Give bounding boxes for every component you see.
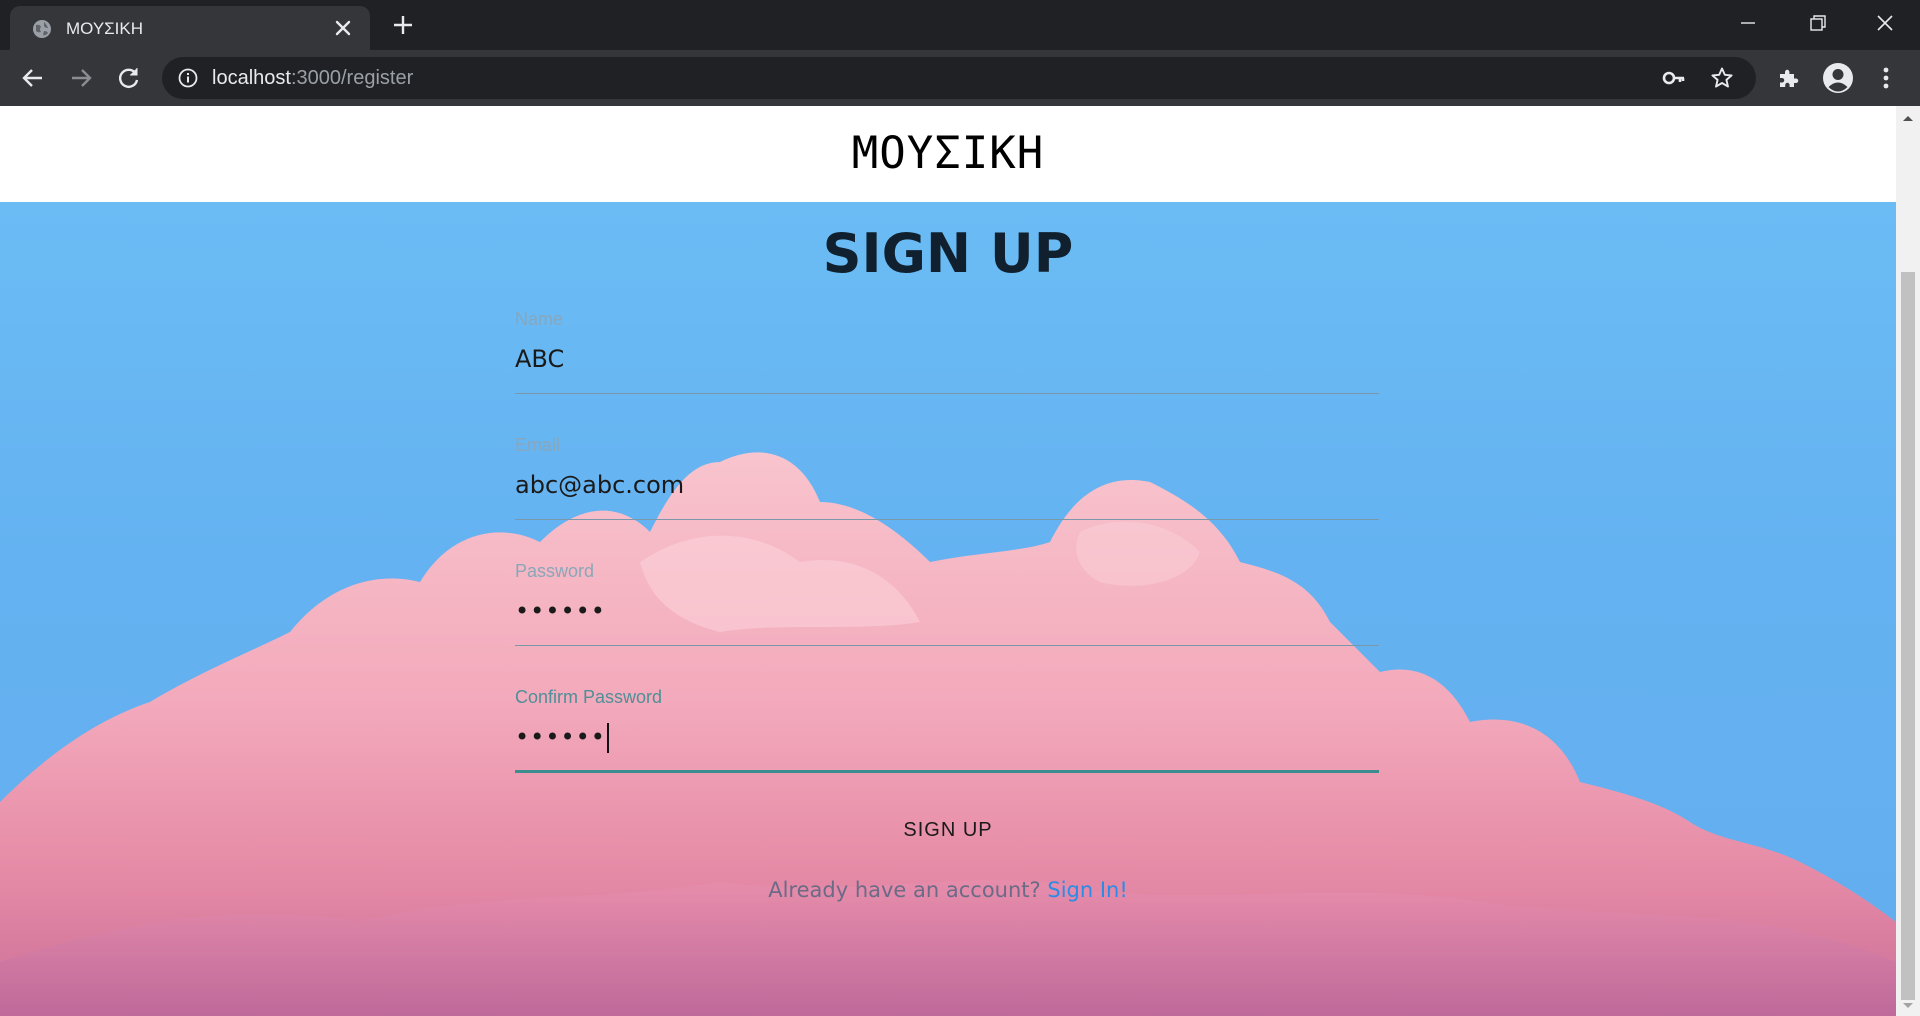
name-field: Name ABC	[515, 309, 1379, 397]
signin-prompt-text: Already have an account?	[768, 878, 1041, 902]
browser-tab-strip: ΜΟΥΣΙΚΗ	[0, 0, 1920, 50]
register-page: ΜΟΥΣΙΚΗ SIGN UP Name ABC Email abc@abc.c…	[0, 106, 1896, 1016]
close-tab-icon[interactable]	[334, 19, 352, 37]
confirm-password-value: ••••••	[515, 723, 606, 751]
sign-in-link[interactable]: Sign In!	[1047, 878, 1127, 902]
scrollbar-thumb[interactable]	[1901, 272, 1915, 1000]
url-host: localhost	[212, 67, 291, 89]
key-icon[interactable]	[1662, 67, 1686, 89]
page-viewport: ΜΟΥΣΙΚΗ SIGN UP Name ABC Email abc@abc.c…	[0, 106, 1920, 1016]
minimize-icon[interactable]	[1734, 10, 1762, 36]
signin-prompt-row: Already have an account? Sign In!	[0, 878, 1896, 902]
password-field: Password ••••••	[515, 561, 1379, 649]
new-tab-icon[interactable]	[392, 14, 414, 36]
reload-icon[interactable]	[116, 65, 142, 91]
extensions-puzzle-icon[interactable]	[1777, 66, 1801, 90]
sign-up-button[interactable]: SIGN UP	[870, 810, 1026, 850]
confirm-password-underline	[515, 770, 1379, 773]
password-underline	[515, 645, 1379, 646]
site-brand[interactable]: ΜΟΥΣΙΚΗ	[0, 128, 1896, 179]
address-bar[interactable]: localhost:3000/register	[162, 57, 1756, 99]
name-input[interactable]: ABC	[515, 345, 1379, 373]
page-title: SIGN UP	[822, 222, 1074, 285]
globe-icon	[33, 20, 51, 38]
browser-tab[interactable]: ΜΟΥΣΙΚΗ	[10, 6, 370, 50]
forward-arrow-icon[interactable]	[68, 65, 94, 91]
profile-avatar-icon[interactable]	[1822, 62, 1854, 94]
password-label: Password	[515, 561, 595, 581]
text-caret	[606, 723, 609, 753]
scroll-down-arrow-icon[interactable]	[1902, 1002, 1914, 1010]
more-menu-icon[interactable]	[1876, 64, 1896, 92]
restore-icon[interactable]	[1803, 10, 1831, 36]
bookmark-star-icon[interactable]	[1710, 66, 1734, 90]
email-field: Email abc@abc.com	[515, 435, 1379, 523]
email-label: Email	[515, 435, 561, 455]
site-header: ΜΟΥΣΙΚΗ	[0, 106, 1896, 202]
name-underline	[515, 393, 1379, 394]
info-icon[interactable]	[178, 68, 198, 88]
confirm-password-label: Confirm Password	[515, 687, 663, 707]
page-scrollbar[interactable]	[1896, 106, 1920, 1016]
close-window-icon[interactable]	[1871, 10, 1899, 36]
scroll-up-arrow-icon[interactable]	[1902, 114, 1914, 122]
url-text[interactable]: localhost:3000/register	[212, 67, 413, 90]
url-path: :3000/register	[290, 67, 414, 89]
email-input[interactable]: abc@abc.com	[515, 471, 1379, 499]
confirm-password-input[interactable]: ••••••	[515, 723, 1379, 753]
name-label: Name	[515, 309, 564, 329]
back-arrow-icon[interactable]	[20, 65, 46, 91]
password-input[interactable]: ••••••	[515, 597, 1379, 625]
browser-toolbar: localhost:3000/register	[0, 50, 1920, 106]
cloud-background: SIGN UP Name ABC Email abc@abc.com Passw…	[0, 202, 1896, 1016]
tab-title: ΜΟΥΣΙΚΗ	[66, 19, 144, 38]
email-underline	[515, 519, 1379, 520]
confirm-password-field: Confirm Password ••••••	[515, 687, 1379, 775]
